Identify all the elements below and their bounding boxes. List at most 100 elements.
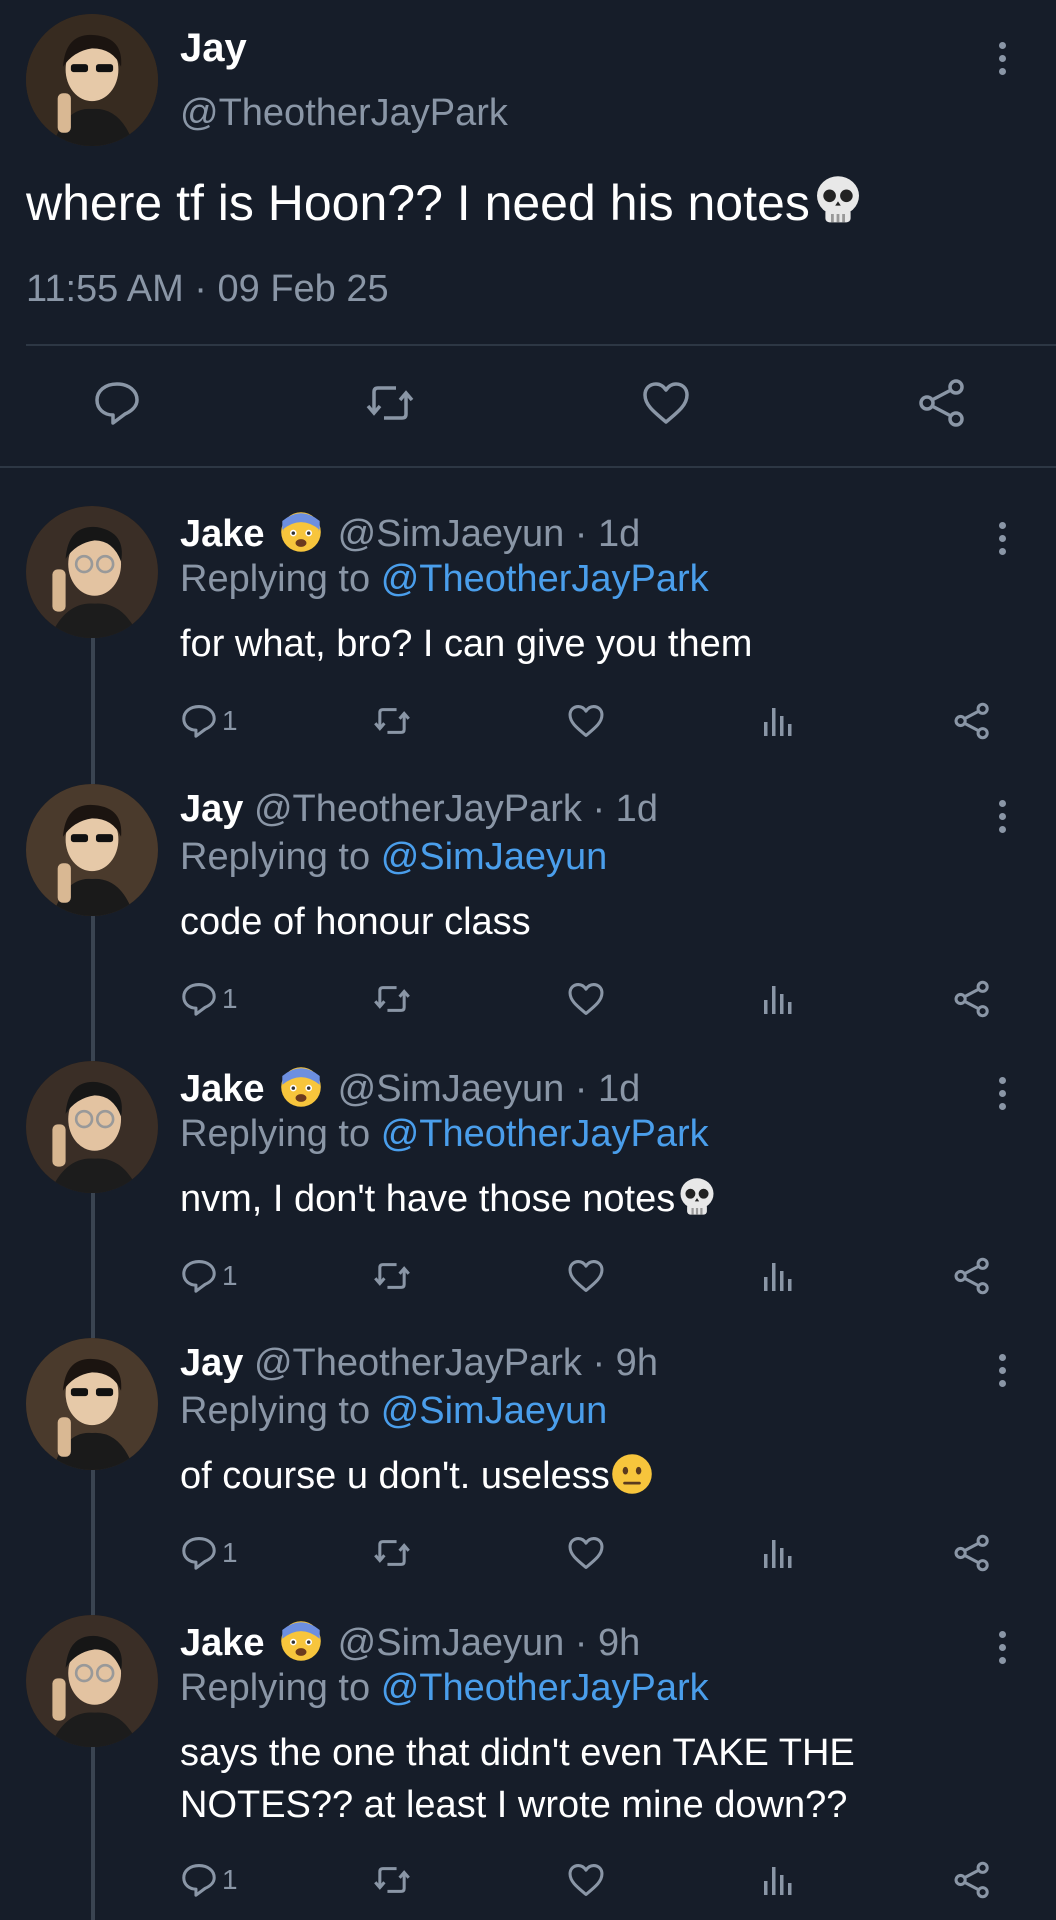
- reply-icon[interactable]: [92, 378, 142, 428]
- views-button[interactable]: [762, 1251, 796, 1301]
- more-options-icon[interactable]: [996, 1077, 1008, 1113]
- share-icon: [954, 1257, 989, 1295]
- like-button[interactable]: [566, 1528, 606, 1578]
- views-icon: [764, 708, 792, 736]
- reply-header: Jake @SimJaeyun · 9h: [180, 1619, 640, 1665]
- main-tweet: Jay @TheotherJayPark where tf is Hoon?? …: [0, 0, 1056, 470]
- tweet-thread-page: Jay @TheotherJayPark where tf is Hoon?? …: [0, 0, 1056, 1920]
- reply-button[interactable]: 1: [180, 1855, 238, 1905]
- retweet-icon: [374, 1263, 410, 1289]
- divider: [26, 344, 1056, 346]
- replying-label: Replying to: [180, 558, 371, 600]
- retweet-button[interactable]: [372, 974, 412, 1024]
- retweet-icon: [374, 1867, 410, 1893]
- mention-link[interactable]: @TheotherJayPark: [381, 1667, 709, 1709]
- reply-text: nvm, I don't have those notes: [180, 1173, 1000, 1225]
- reply-action-bar: 1: [180, 1855, 1000, 1905]
- reply-age: · 1d: [574, 513, 641, 555]
- replying-to: Replying to @TheotherJayPark: [180, 1113, 709, 1156]
- avatar[interactable]: [26, 1615, 158, 1747]
- retweet-icon: [374, 986, 410, 1012]
- share-icon[interactable]: [916, 378, 968, 428]
- author-handle[interactable]: @TheotherJayPark: [254, 788, 582, 830]
- tweet-action-bar: [0, 370, 1056, 440]
- views-icon: [764, 986, 792, 1014]
- reply-text-content: nvm, I don't have those notes: [180, 1178, 676, 1220]
- replying-label: Replying to: [180, 1113, 371, 1155]
- retweet-button[interactable]: [372, 1251, 412, 1301]
- author-handle[interactable]: @TheotherJayPark: [254, 1342, 582, 1384]
- more-options-icon[interactable]: [996, 1631, 1008, 1667]
- author-name[interactable]: Jake: [180, 1068, 265, 1110]
- skull-emoji: [680, 1178, 714, 1215]
- retweet-icon[interactable]: [364, 378, 416, 428]
- views-button[interactable]: [762, 696, 796, 746]
- avatar[interactable]: [26, 1061, 158, 1193]
- author-handle[interactable]: @SimJaeyun: [338, 1068, 565, 1110]
- retweet-button[interactable]: [372, 1855, 412, 1905]
- reply-count: 1: [222, 705, 238, 736]
- author-name[interactable]: Jay: [180, 1342, 243, 1384]
- avatar[interactable]: [26, 1338, 158, 1470]
- share-button[interactable]: [952, 1528, 992, 1578]
- author-name[interactable]: Jay: [180, 788, 243, 830]
- reply-button[interactable]: 1: [180, 696, 238, 746]
- tweet-timestamp: 11:55 AM · 09 Feb 25: [26, 268, 389, 310]
- author-handle[interactable]: @TheotherJayPark: [180, 92, 508, 135]
- mention-link[interactable]: @SimJaeyun: [381, 836, 608, 878]
- share-icon: [954, 702, 989, 740]
- share-button[interactable]: [952, 696, 992, 746]
- author-handle[interactable]: @SimJaeyun: [338, 513, 565, 555]
- reply-header: Jay @TheotherJayPark · 1d: [180, 788, 658, 831]
- reply-header: Jake @SimJaeyun · 1d: [180, 1065, 640, 1111]
- mention-link[interactable]: @TheotherJayPark: [381, 1113, 709, 1155]
- reply-action-bar: 1: [180, 974, 1000, 1024]
- reply-icon: [182, 1864, 216, 1897]
- reply-button[interactable]: 1: [180, 974, 238, 1024]
- like-button[interactable]: [566, 1251, 606, 1301]
- like-button[interactable]: [566, 696, 606, 746]
- reply-button[interactable]: 1: [180, 1528, 238, 1578]
- mention-link[interactable]: @TheotherJayPark: [381, 558, 709, 600]
- author-name[interactable]: Jake: [180, 1622, 265, 1664]
- author-handle[interactable]: @SimJaeyun: [338, 1622, 565, 1664]
- reply-text: for what, bro? I can give you them: [180, 623, 753, 665]
- reply-text-content: of course u don't. useless: [180, 1455, 610, 1497]
- views-icon: [764, 1263, 792, 1291]
- tweet-text-content: where tf is Hoon?? I need his notes: [26, 175, 810, 231]
- avatar[interactable]: [26, 14, 158, 146]
- skull-emoji: [816, 176, 859, 223]
- author-name[interactable]: Jake: [180, 513, 265, 555]
- like-button[interactable]: [566, 1855, 606, 1905]
- fearful-face-emoji: [281, 1621, 321, 1661]
- share-button[interactable]: [952, 1251, 992, 1301]
- more-options-icon[interactable]: [996, 42, 1008, 78]
- mention-link[interactable]: @SimJaeyun: [381, 1390, 608, 1432]
- author-name[interactable]: Jay: [180, 26, 247, 71]
- views-button[interactable]: [762, 1855, 796, 1905]
- views-button[interactable]: [762, 1528, 796, 1578]
- retweet-button[interactable]: [372, 1528, 412, 1578]
- reply-text: code of honour class: [180, 901, 531, 943]
- avatar[interactable]: [26, 784, 158, 916]
- replying-to: Replying to @SimJaeyun: [180, 836, 607, 879]
- share-button[interactable]: [952, 1855, 992, 1905]
- reply-action-bar: 1: [180, 1251, 1000, 1301]
- reply-icon: [182, 1260, 216, 1293]
- retweet-icon: [374, 708, 410, 734]
- reply-icon: [182, 1537, 216, 1570]
- reply-age: · 9h: [574, 1622, 641, 1664]
- replying-label: Replying to: [180, 1390, 371, 1432]
- reply-button[interactable]: 1: [180, 1251, 238, 1301]
- views-button[interactable]: [762, 974, 796, 1024]
- avatar[interactable]: [26, 506, 158, 638]
- more-options-icon[interactable]: [996, 800, 1008, 836]
- like-button[interactable]: [566, 974, 606, 1024]
- more-options-icon[interactable]: [996, 522, 1008, 558]
- like-icon[interactable]: [640, 378, 692, 428]
- retweet-button[interactable]: [372, 696, 412, 746]
- more-options-icon[interactable]: [996, 1354, 1008, 1390]
- share-button[interactable]: [952, 974, 992, 1024]
- like-icon: [568, 1537, 604, 1569]
- neutral-face-emoji: [611, 1454, 652, 1494]
